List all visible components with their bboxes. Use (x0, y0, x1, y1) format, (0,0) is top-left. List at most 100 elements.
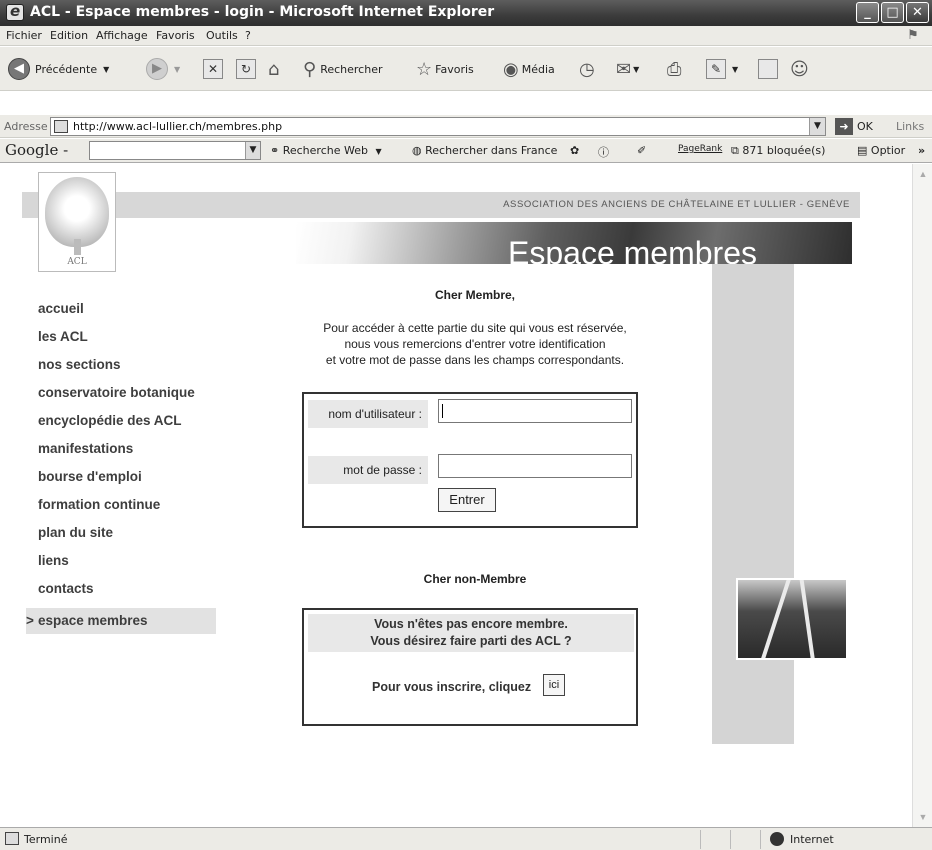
google-logo-button[interactable]: Google - (5, 141, 68, 159)
member-greeting: Cher Membre, (434, 288, 516, 302)
address-url: http://www.acl-lullier.ch/membres.php (73, 120, 283, 133)
status-page-icon (5, 832, 19, 845)
address-input[interactable]: http://www.acl-lullier.ch/membres.php ▼ (50, 117, 826, 136)
search-button[interactable]: ⚲ Rechercher (303, 57, 382, 81)
edit-button[interactable]: ✎ ▼ (706, 57, 738, 81)
toolbar-chevron-icon[interactable]: » (918, 144, 925, 157)
nav-item-conservatoire-botanique[interactable]: conservatoire botanique (26, 384, 216, 412)
forward-button[interactable]: ▶ ▼ (146, 57, 180, 81)
menu-outils[interactable]: Outils (206, 29, 238, 42)
minimize-button[interactable]: _ (856, 2, 879, 23)
mail-button[interactable]: ✉ ▼ (616, 57, 639, 81)
scroll-up-icon[interactable]: ▲ (915, 166, 931, 182)
status-divider (730, 830, 731, 849)
close-button[interactable]: ✕ (906, 2, 929, 23)
media-icon: ◉ (503, 58, 519, 80)
nav-item-plan-du-site[interactable]: plan du site (26, 524, 216, 552)
go-arrow-icon[interactable]: ➜ (835, 118, 853, 135)
scroll-down-icon[interactable]: ▼ (915, 809, 931, 825)
google-search-dropdown-icon[interactable]: ▼ (245, 142, 260, 159)
nav-item-bourse-emploi[interactable]: bourse d'emploi (26, 468, 216, 496)
google-search-input[interactable]: ▼ (89, 141, 261, 160)
vertical-scrollbar[interactable]: ▲ ▼ (912, 164, 932, 827)
status-divider (760, 830, 761, 849)
registration-cta: Pour vous inscrire, cliquez (372, 680, 532, 694)
options-label: Optior (870, 144, 906, 157)
messenger-icon: ☺ (790, 58, 809, 80)
registration-message: Vous n'êtes pas encore membre. Vous dési… (308, 614, 634, 652)
back-button[interactable]: ◀ Précédente ▼ (8, 57, 109, 81)
home-button[interactable]: ⌂ (268, 57, 279, 81)
media-label: Média (521, 62, 555, 76)
register-here-button[interactable]: ici (543, 674, 565, 696)
go-button-label[interactable]: OK (857, 120, 873, 133)
popup-blocker-button[interactable]: ⧉ 871 bloquée(s) (731, 144, 825, 158)
search-web-button[interactable]: ⚭ Recherche Web ▼ (270, 144, 382, 157)
history-button[interactable]: ◷ (579, 57, 595, 81)
menu-help[interactable]: ? (245, 29, 251, 42)
nav-item-les-acl[interactable]: les ACL (26, 328, 216, 356)
globe-icon: ◍ (412, 144, 422, 157)
options-button[interactable]: ▤ Optior (857, 144, 905, 157)
edit-dropdown-icon[interactable]: ▼ (732, 65, 738, 74)
username-label: nom d'utilisateur : (308, 400, 428, 428)
enter-button[interactable]: Entrer (438, 488, 496, 512)
favorites-star-icon: ☆ (416, 58, 433, 80)
highlight-icon: ✐ (637, 144, 647, 157)
favorites-button[interactable]: ☆ Favoris (416, 57, 474, 81)
favorites-label: Favoris (435, 62, 474, 76)
news-button[interactable]: ✿ (570, 144, 579, 157)
mail-dropdown-icon[interactable]: ▼ (633, 65, 639, 74)
status-bar: Terminé Internet (0, 827, 932, 850)
nav-item-espace-membres[interactable]: > espace membres (26, 608, 216, 634)
forward-dropdown-icon[interactable]: ▼ (174, 65, 180, 74)
info-button[interactable]: ⓘ (598, 144, 609, 160)
back-label: Précédente (35, 62, 98, 76)
site-logo[interactable]: ACL (38, 172, 116, 272)
nav-item-contacts[interactable]: contacts (26, 580, 216, 608)
nav-item-manifestations[interactable]: manifestations (26, 440, 216, 468)
pagerank-indicator[interactable]: PageRank (678, 144, 722, 154)
intro-line: nous vous remercions d'entrer votre iden… (344, 337, 606, 351)
links-button[interactable]: Links (896, 120, 924, 133)
nav-item-nos-sections[interactable]: nos sections (26, 356, 216, 384)
refresh-button[interactable]: ↻ (236, 57, 256, 81)
history-icon: ◷ (579, 58, 595, 80)
address-dropdown-icon[interactable]: ▼ (809, 118, 825, 135)
right-column-band (712, 264, 794, 744)
tree-icon (45, 177, 109, 247)
text-caret (442, 404, 443, 418)
active-marker: > (26, 613, 34, 628)
username-input[interactable] (438, 399, 632, 423)
nav-item-encyclopedie[interactable]: encyclopédie des ACL (26, 412, 216, 440)
non-member-greeting: Cher non-Membre (423, 572, 527, 586)
nav-item-accueil[interactable]: accueil (26, 300, 216, 328)
edit-icon: ✎ (706, 59, 726, 79)
menu-fichier[interactable]: Fichier (6, 29, 42, 42)
menu-favoris[interactable]: Favoris (156, 29, 195, 42)
print-button[interactable]: ⎙ (667, 57, 681, 81)
highlight-button[interactable]: ✐ (637, 144, 646, 157)
stop-button[interactable]: ✕ (203, 57, 223, 81)
search-france-button[interactable]: ◍ Rechercher dans France (412, 144, 557, 157)
print-icon: ⎙ (667, 58, 682, 80)
discuss-button[interactable] (758, 57, 778, 81)
media-button[interactable]: ◉ Média (503, 57, 555, 81)
window-title-bar[interactable]: ACL - Espace membres - login - Microsoft… (0, 0, 932, 26)
back-dropdown-icon[interactable]: ▼ (103, 65, 109, 74)
nav-item-liens[interactable]: liens (26, 552, 216, 580)
search-icon: ⚲ (303, 58, 317, 80)
road-stripe (798, 580, 818, 658)
intro-line: Pour accéder à cette partie du site qui … (323, 321, 627, 335)
search-web-dropdown-icon[interactable]: ▼ (375, 147, 381, 156)
window-title: ACL - Espace membres - login - Microsoft… (30, 4, 495, 20)
maximize-button[interactable]: □ (881, 2, 904, 23)
status-divider (700, 830, 701, 849)
menu-affichage[interactable]: Affichage (96, 29, 148, 42)
messenger-button[interactable]: ☺ (790, 57, 809, 81)
nav-item-formation-continue[interactable]: formation continue (26, 496, 216, 524)
password-input[interactable] (438, 454, 632, 478)
info-icon: ⓘ (598, 146, 609, 159)
address-bar: Adresse http://www.acl-lullier.ch/membre… (0, 115, 932, 138)
menu-edition[interactable]: Edition (50, 29, 88, 42)
